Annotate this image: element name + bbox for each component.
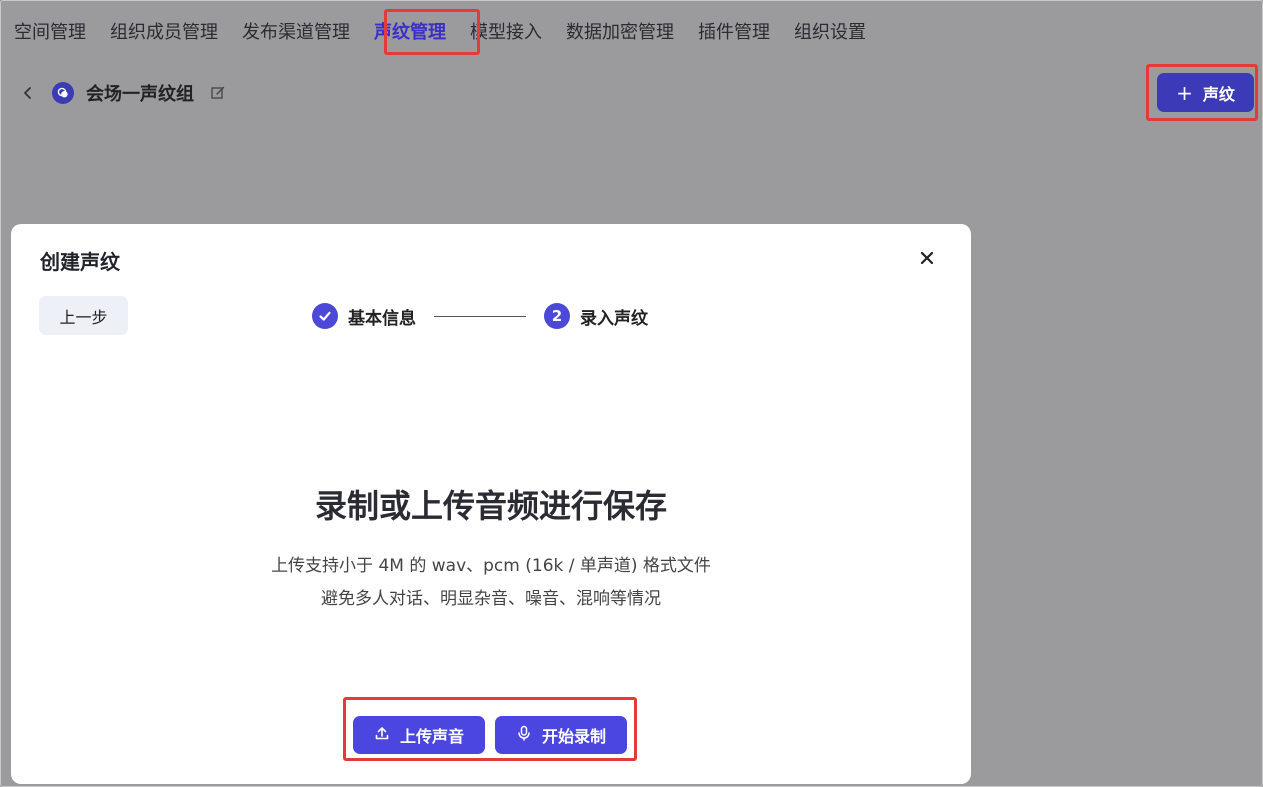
upload-icon [374,725,390,745]
group-header: 会场一声纹组 [20,78,226,108]
check-icon [312,303,338,329]
modal-title: 创建声纹 [40,250,120,274]
tab-plugin-management[interactable]: 插件管理 [686,9,782,53]
tab-data-encryption[interactable]: 数据加密管理 [554,9,686,53]
tab-voiceprint-management[interactable]: 声纹管理 [362,9,458,53]
create-voiceprint-modal: 创建声纹 上一步 基本信息 2 录入声纹 录制或上传音频进行保存 上传支持小于 … [11,224,971,784]
step-number-badge: 2 [544,303,570,329]
upload-requirements-text: 上传支持小于 4M 的 wav、pcm (16k / 单声道) 格式文件 [271,556,711,576]
tab-org-members[interactable]: 组织成员管理 [98,9,230,53]
start-recording-button[interactable]: 开始录制 [495,716,627,754]
stepper: 基本信息 2 录入声纹 [312,301,648,331]
recording-tips-text: 避免多人对话、明显杂音、噪音、混响等情况 [321,589,661,609]
start-recording-label: 开始录制 [541,727,606,746]
close-icon[interactable] [915,246,939,270]
step-label-record-voiceprint: 录入声纹 [580,308,648,329]
add-voiceprint-button[interactable]: + 声纹 [1157,73,1254,112]
step-connector [434,315,526,317]
upload-audio-label: 上传声音 [399,727,464,746]
tab-space-management[interactable]: 空间管理 [0,9,98,53]
group-name: 会场一声纹组 [86,84,194,105]
tab-publish-channels[interactable]: 发布渠道管理 [230,9,362,53]
previous-step-button[interactable]: 上一步 [39,296,128,335]
top-nav-tabs: 空间管理 组织成员管理 发布渠道管理 声纹管理 模型接入 数据加密管理 插件管理… [0,8,878,54]
microphone-icon [516,725,532,745]
modal-headline: 录制或上传音频进行保存 [314,487,667,525]
step-label-basic-info: 基本信息 [348,308,416,329]
add-voiceprint-label: 声纹 [1202,84,1235,104]
back-arrow-icon[interactable] [20,83,36,103]
group-avatar-icon [52,82,74,104]
edit-icon[interactable] [210,85,226,101]
upload-audio-button[interactable]: 上传声音 [353,716,485,754]
audio-actions: 上传声音 开始录制 [353,716,627,754]
tab-org-settings[interactable]: 组织设置 [782,9,878,53]
tab-model-access[interactable]: 模型接入 [458,9,554,53]
plus-icon: + [1176,80,1193,105]
